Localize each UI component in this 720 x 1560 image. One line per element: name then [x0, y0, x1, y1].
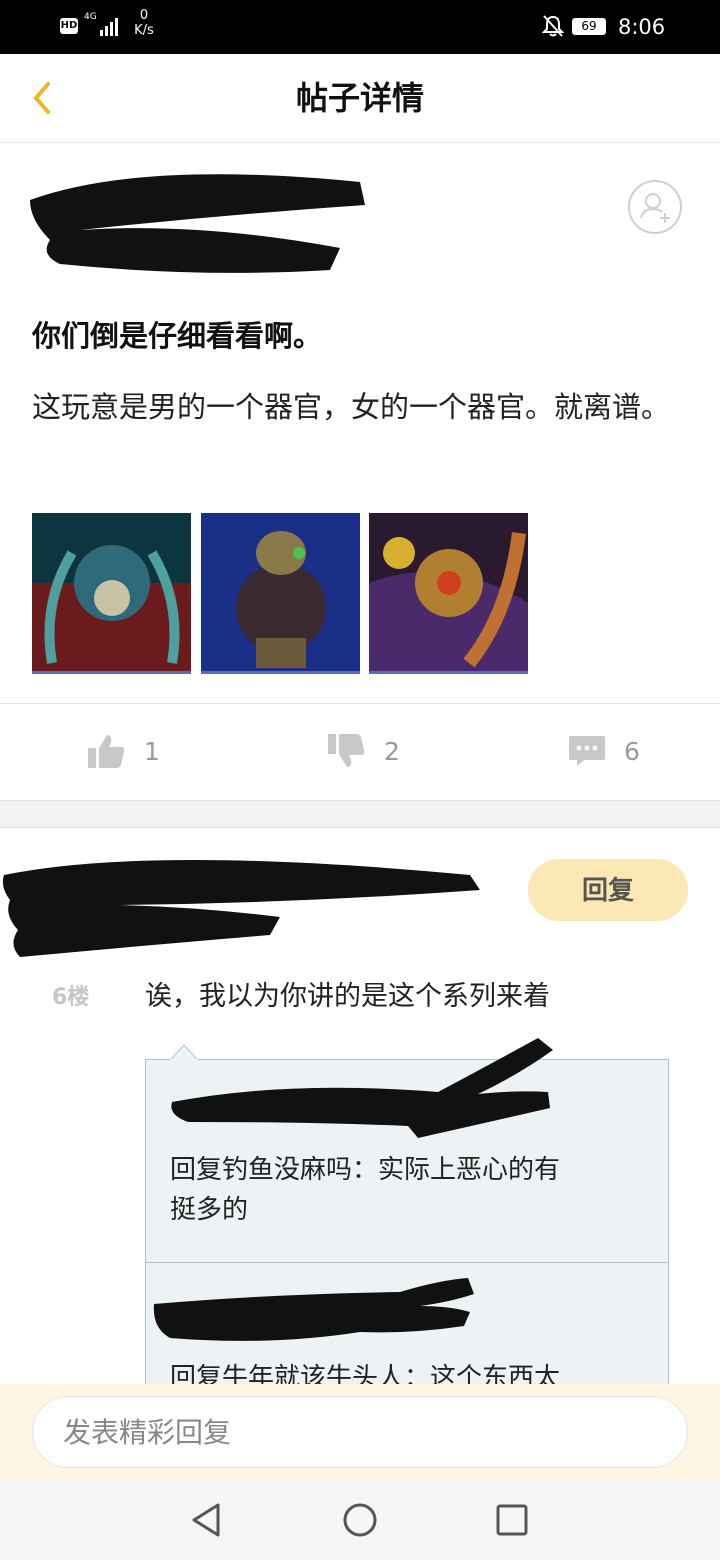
- battery-indicator: 69: [572, 18, 606, 35]
- network-speed: 0 K/s: [130, 8, 158, 38]
- back-arrow-icon[interactable]: [26, 78, 60, 118]
- sub-reply-divider: [145, 1262, 669, 1263]
- system-nav-bar: [0, 1480, 720, 1560]
- redaction-scribble: [30, 174, 365, 273]
- sub-reply-1: 回复钓鱼没麻吗：实际上恶心的有 挺多的: [170, 1150, 650, 1230]
- clock: 8:06: [618, 15, 666, 39]
- card-art-image: [369, 513, 528, 671]
- card-art-image: [32, 513, 191, 671]
- sub-reply-2-line1: 回复牛年就该牛头人：这个东西太: [170, 1363, 561, 1384]
- sub-reply-2: 回复牛年就该牛头人：这个东西太: [170, 1358, 650, 1384]
- post-title: 你们倒是仔细看看啊。: [32, 319, 323, 353]
- sub-reply-author-redacted: [168, 1030, 558, 1140]
- status-bar: HD 4G 0 K/s 69 8:06: [0, 0, 720, 54]
- sub-reply-author-redacted: [150, 1272, 480, 1352]
- section-separator: [0, 800, 720, 828]
- card-art-image: [201, 513, 360, 671]
- network-type: 4G: [84, 12, 97, 22]
- comment-icon: [569, 736, 605, 766]
- comment-text: 诶，我以为你讲的是这个系列来着: [145, 981, 550, 1012]
- battery-level: 69: [574, 20, 604, 33]
- thumbs-down-icon: [328, 734, 365, 767]
- post-image-3[interactable]: [369, 513, 528, 674]
- sub-reply-1-line1: 回复钓鱼没麻吗：实际上恶心的有: [170, 1155, 561, 1185]
- commenter-info-redacted: [0, 845, 490, 965]
- sub-reply-1-line2: 挺多的: [170, 1195, 249, 1225]
- thumbs-up-icon: [88, 735, 125, 768]
- post-image-1[interactable]: [32, 513, 191, 674]
- speed-unit: K/s: [134, 23, 154, 38]
- nav-recents-icon[interactable]: [496, 1504, 528, 1536]
- like-count: 1: [144, 736, 160, 766]
- add-friend-icon[interactable]: [628, 180, 682, 234]
- top-nav: 帖子详情: [0, 54, 720, 143]
- comment-count: 6: [624, 736, 640, 766]
- nav-home-icon[interactable]: [342, 1502, 378, 1538]
- like-button[interactable]: 1: [88, 728, 160, 774]
- author-info-redacted: [20, 160, 380, 290]
- hd-badge: HD: [60, 18, 78, 34]
- redaction-scribble: [171, 1038, 554, 1138]
- post-body: 这玩意是男的一个器官，女的一个器官。就离谱。: [32, 390, 671, 424]
- divider: [0, 703, 720, 704]
- notification-muted-icon: [542, 15, 564, 37]
- reply-input[interactable]: [32, 1396, 688, 1468]
- page-title: 帖子详情: [295, 79, 424, 117]
- redaction-scribble: [153, 1278, 475, 1341]
- reply-button[interactable]: 回复: [528, 859, 688, 921]
- dislike-count: 2: [384, 736, 400, 766]
- nav-back-icon[interactable]: [190, 1502, 222, 1538]
- comment-button[interactable]: 6: [568, 728, 640, 774]
- speed-value: 0: [139, 8, 149, 23]
- dislike-button[interactable]: 2: [328, 728, 400, 774]
- floor-number: 6楼: [52, 985, 90, 1010]
- post-image-2[interactable]: [201, 513, 360, 674]
- signal-icon: [100, 18, 118, 36]
- redaction-scribble: [2, 860, 480, 957]
